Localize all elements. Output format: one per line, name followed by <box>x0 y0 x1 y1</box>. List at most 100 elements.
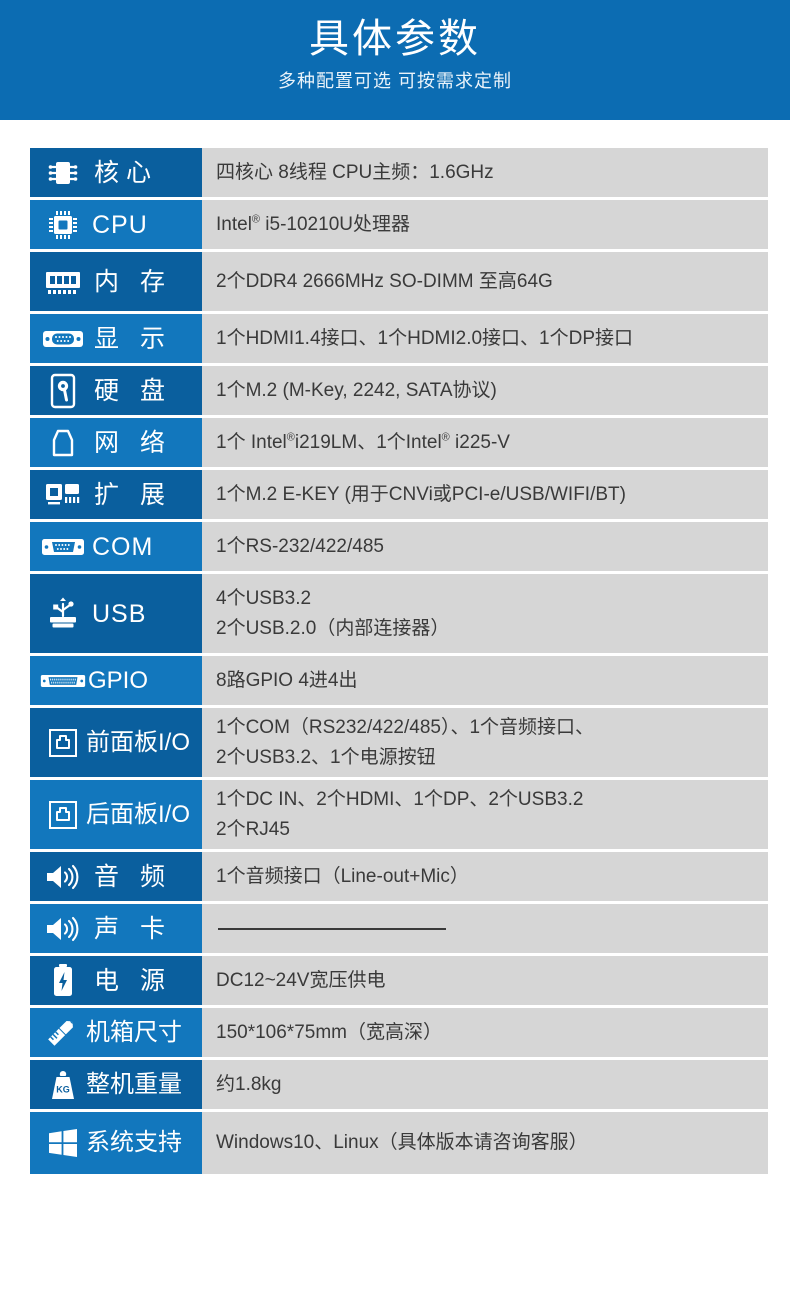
spec-label-cell: GPIO <box>30 656 202 705</box>
spec-label-cell: 音 频 <box>30 852 202 901</box>
spec-label-cell: 核心 <box>30 148 202 197</box>
spec-value-line: 2个RJ45 <box>216 818 290 840</box>
weight-icon: KG <box>40 1065 86 1105</box>
spec-label-text: 网 络 <box>94 428 172 457</box>
spec-label-text: 声 卡 <box>94 914 172 943</box>
spec-label-text: 机箱尺寸 <box>86 1018 182 1046</box>
spec-label-text: 前面板I/O <box>86 728 191 756</box>
spec-value-line: Windows10、Linux（具体版本请咨询客服） <box>216 1132 588 1153</box>
spec-row: KG 整机重量 约1.8kg <box>30 1060 768 1112</box>
chip-icon <box>40 153 86 193</box>
spec-row: 音 频 1个音频接口（Line-out+Mic） <box>30 852 768 904</box>
page-title: 具体参数 <box>309 17 481 61</box>
page-subtitle: 多种配置可选 可按需求定制 <box>278 71 512 91</box>
page-header-banner: 具体参数 多种配置可选 可按需求定制 <box>0 0 790 120</box>
spec-value-cell: 1个M.2 (M-Key, 2242, SATA协议) <box>202 366 768 415</box>
spec-value-cell: DC12~24V宽压供电 <box>202 956 768 1005</box>
spec-row: 电 源 DC12~24V宽压供电 <box>30 956 768 1008</box>
spec-label-text: USB <box>92 599 147 628</box>
spec-label-text: 内 存 <box>94 267 172 296</box>
panel-io-icon <box>40 795 86 835</box>
spec-row: 后面板I/O 1个DC IN、2个HDMI、1个DP、2个USB3.2 2个RJ45 <box>30 780 768 852</box>
spec-value-cell: 1个 Intel®i219LM、1个Intel® i225-V <box>202 418 768 467</box>
svg-text:KG: KG <box>56 1084 70 1094</box>
spec-value-line: 2个USB.2.0（内部连接器） <box>216 617 450 639</box>
spec-value-line: 1个DC IN、2个HDMI、1个DP、2个USB3.2 <box>216 788 584 810</box>
spec-value-cell: Intel® i5-10210U处理器 <box>202 200 768 249</box>
spec-value-line: Intel® i5-10210U处理器 <box>216 213 410 235</box>
spec-label-text: 显 示 <box>94 324 172 353</box>
spec-row: 前面板I/O 1个COM（RS232/422/485）、1个音频接口、 2个USB3… <box>30 708 768 780</box>
spec-label-text: 音 频 <box>94 862 172 891</box>
spec-value-line: DC12~24V宽压供电 <box>216 969 386 991</box>
spec-row: 网 络 1个 Intel®i219LM、1个Intel® i225-V <box>30 418 768 470</box>
spec-label-cell: 声 卡 <box>30 904 202 953</box>
spec-value-cell: 1个DC IN、2个HDMI、1个DP、2个USB3.2 2个RJ45 <box>202 780 768 849</box>
spec-label-text: 后面板I/O <box>86 800 191 828</box>
spec-value-line: 150*106*75mm（宽高深） <box>216 1021 442 1043</box>
usb-icon <box>40 594 86 634</box>
spec-value-cell: 约1.8kg <box>202 1060 768 1109</box>
gpio-icon <box>40 661 86 701</box>
spec-row: 声 卡 <box>30 904 768 956</box>
spec-label-cell: 机箱尺寸 <box>30 1008 202 1057</box>
spec-value-line: 1个RS-232/422/485 <box>216 535 384 557</box>
spec-value-line: 四核心 8线程 CPU主频：1.6GHz <box>216 161 494 183</box>
spec-label-text: COM <box>92 532 154 561</box>
network-icon <box>40 423 86 463</box>
spec-value-line: 1个 Intel®i219LM、1个Intel® i225-V <box>216 431 510 453</box>
spec-row: GPIO 8路GPIO 4进4出 <box>30 656 768 708</box>
spec-label-cell: USB <box>30 574 202 653</box>
empty-value-rule <box>218 927 446 930</box>
spec-label-text: 硬 盘 <box>94 376 172 405</box>
spec-value-line: 1个音频接口（Line-out+Mic） <box>216 865 469 887</box>
spec-row: 扩 展 1个M.2 E-KEY (用于CNVi或PCI-e/USB/WIFI/BT… <box>30 470 768 522</box>
vga-display-icon <box>40 319 86 359</box>
expansion-icon <box>40 475 86 515</box>
spec-value-line: 1个COM（RS232/422/485）、1个音频接口、 <box>216 716 595 738</box>
spec-row: 核心 四核心 8线程 CPU主频：1.6GHz <box>30 148 768 200</box>
spec-row: 内 存 2个DDR4 2666MHz SO-DIMM 至高64G <box>30 252 768 314</box>
spec-label-text: 扩 展 <box>94 480 172 509</box>
spec-label-text: 核心 <box>94 158 159 187</box>
spec-row: 系统支持 Windows10、Linux（具体版本请咨询客服） <box>30 1112 768 1174</box>
spec-value-cell: 1个HDMI1.4接口、1个HDMI2.0接口、1个DP接口 <box>202 314 768 363</box>
spec-label-cell: 显 示 <box>30 314 202 363</box>
spec-label-cell: 电 源 <box>30 956 202 1005</box>
spec-value-cell: 1个COM（RS232/422/485）、1个音频接口、 2个USB3.2、1个电… <box>202 708 768 777</box>
spec-value-line: 1个M.2 (M-Key, 2242, SATA协议) <box>216 379 497 401</box>
spec-table: 核心 四核心 8线程 CPU主频：1.6GHz CPU Intel® i5-1021… <box>30 148 768 1174</box>
spec-label-cell: CPU <box>30 200 202 249</box>
com-port-icon <box>40 527 86 567</box>
spec-value-line: 4个USB3.2 <box>216 587 312 609</box>
panel-io-icon <box>40 723 86 763</box>
spec-label-text: 整机重量 <box>86 1070 182 1098</box>
windows-icon <box>40 1123 86 1163</box>
spec-row: 显 示 1个HDMI1.4接口、1个HDMI2.0接口、1个DP接口 <box>30 314 768 366</box>
spec-value-cell: 1个M.2 E-KEY (用于CNVi或PCI-e/USB/WIFI/BT) <box>202 470 768 519</box>
spec-value-cell: 四核心 8线程 CPU主频：1.6GHz <box>202 148 768 197</box>
audio-icon <box>40 857 86 897</box>
spec-value-cell: 8路GPIO 4进4出 <box>202 656 768 705</box>
spec-row: COM 1个RS-232/422/485 <box>30 522 768 574</box>
spec-value-line: 约1.8kg <box>216 1073 282 1095</box>
spec-value-line: 1个M.2 E-KEY (用于CNVi或PCI-e/USB/WIFI/BT) <box>216 483 626 505</box>
spec-value-cell: 150*106*75mm（宽高深） <box>202 1008 768 1057</box>
spec-value-line: 2个DDR4 2666MHz SO-DIMM 至高64G <box>216 270 553 292</box>
spec-value-cell: 4个USB3.2 2个USB.2.0（内部连接器） <box>202 574 768 653</box>
spec-value-cell: 2个DDR4 2666MHz SO-DIMM 至高64G <box>202 252 768 311</box>
spec-value-cell: 1个音频接口（Line-out+Mic） <box>202 852 768 901</box>
spec-label-text: 电 源 <box>94 966 172 995</box>
spec-row: 机箱尺寸 150*106*75mm（宽高深） <box>30 1008 768 1060</box>
spec-label-cell: 系统支持 <box>30 1112 202 1174</box>
spec-row: 硬 盘 1个M.2 (M-Key, 2242, SATA协议) <box>30 366 768 418</box>
power-icon <box>40 961 86 1001</box>
spec-value-cell <box>202 904 768 953</box>
spec-label-text: GPIO <box>88 666 149 694</box>
ruler-pencil-icon <box>40 1013 86 1053</box>
audio-icon <box>40 909 86 949</box>
spec-value-line: 8路GPIO 4进4出 <box>216 669 358 691</box>
spec-value-cell: 1个RS-232/422/485 <box>202 522 768 571</box>
spec-label-cell: 后面板I/O <box>30 780 202 849</box>
spec-label-cell: COM <box>30 522 202 571</box>
